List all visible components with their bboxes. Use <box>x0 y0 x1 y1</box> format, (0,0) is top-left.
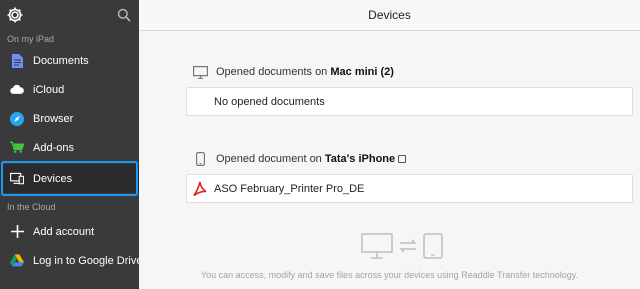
phone-icon <box>192 152 208 166</box>
document-name: ASO February_Printer Pro_DE <box>214 182 365 195</box>
page-title: Devices <box>139 0 640 31</box>
group-heading-mac: Opened documents on Mac mini (2) <box>192 65 394 79</box>
device-name: Mac mini (2) <box>330 66 394 78</box>
monitor-icon <box>192 65 208 79</box>
compass-icon <box>10 111 24 126</box>
sidebar-item-label: iCloud <box>33 83 65 96</box>
gear-icon[interactable] <box>6 6 24 24</box>
sidebar: On my iPad Documents iCloud Browser Add-… <box>0 0 143 289</box>
pdf-icon <box>193 181 207 197</box>
sidebar-item-devices[interactable]: Devices <box>0 164 139 193</box>
empty-state-text: No opened documents <box>214 95 325 108</box>
group-heading-prefix: Opened documents on <box>216 66 328 78</box>
sidebar-item-label: Add account <box>33 225 95 238</box>
cloud-icon <box>10 83 24 97</box>
google-drive-icon <box>10 254 24 268</box>
search-icon[interactable] <box>117 8 131 22</box>
monitor-icon <box>361 233 393 259</box>
tablet-icon <box>423 233 443 259</box>
document-icon <box>10 53 24 68</box>
group-heading-prefix: Opened document on <box>216 153 322 165</box>
sidebar-item-label: Devices <box>33 172 73 185</box>
sidebar-item-label: Browser <box>33 112 74 125</box>
footnote: You can access, modify and save files ac… <box>200 270 579 280</box>
cart-icon <box>10 141 24 155</box>
transfer-illustration <box>361 233 443 259</box>
list-item[interactable]: ASO February_Printer Pro_DE <box>186 174 633 203</box>
sidebar-item-google-drive[interactable]: Log in to Google Drive <box>0 246 143 275</box>
devices-icon <box>10 172 24 186</box>
group-heading-iphone: Opened document on Tata's iPhone <box>192 152 407 166</box>
sidebar-item-icloud[interactable]: iCloud <box>0 75 139 104</box>
section-label-in-the-cloud: In the Cloud <box>7 202 56 212</box>
sidebar-item-label: Documents <box>33 54 89 67</box>
sidebar-item-add-ons[interactable]: Add-ons <box>0 133 139 162</box>
app-window: On my iPad Documents iCloud Browser Add-… <box>0 0 640 289</box>
section-label-on-my-ipad: On my iPad <box>7 34 55 44</box>
sidebar-item-label: Log in to Google Drive <box>33 254 143 267</box>
plus-icon <box>10 225 24 239</box>
sidebar-item-documents[interactable]: Documents <box>0 46 139 75</box>
sidebar-item-browser[interactable]: Browser <box>0 104 139 133</box>
sidebar-item-label: Add-ons <box>33 141 74 154</box>
sidebar-toolbar <box>0 0 139 30</box>
main-panel: Devices Opened documents on Mac mini (2)… <box>139 0 640 289</box>
device-name: Tata's iPhone <box>324 153 396 165</box>
transfer-arrows-icon <box>399 239 417 253</box>
device-status-icon <box>398 155 407 163</box>
sidebar-item-add-account[interactable]: Add account <box>0 217 139 246</box>
list-item: No opened documents <box>186 87 633 116</box>
